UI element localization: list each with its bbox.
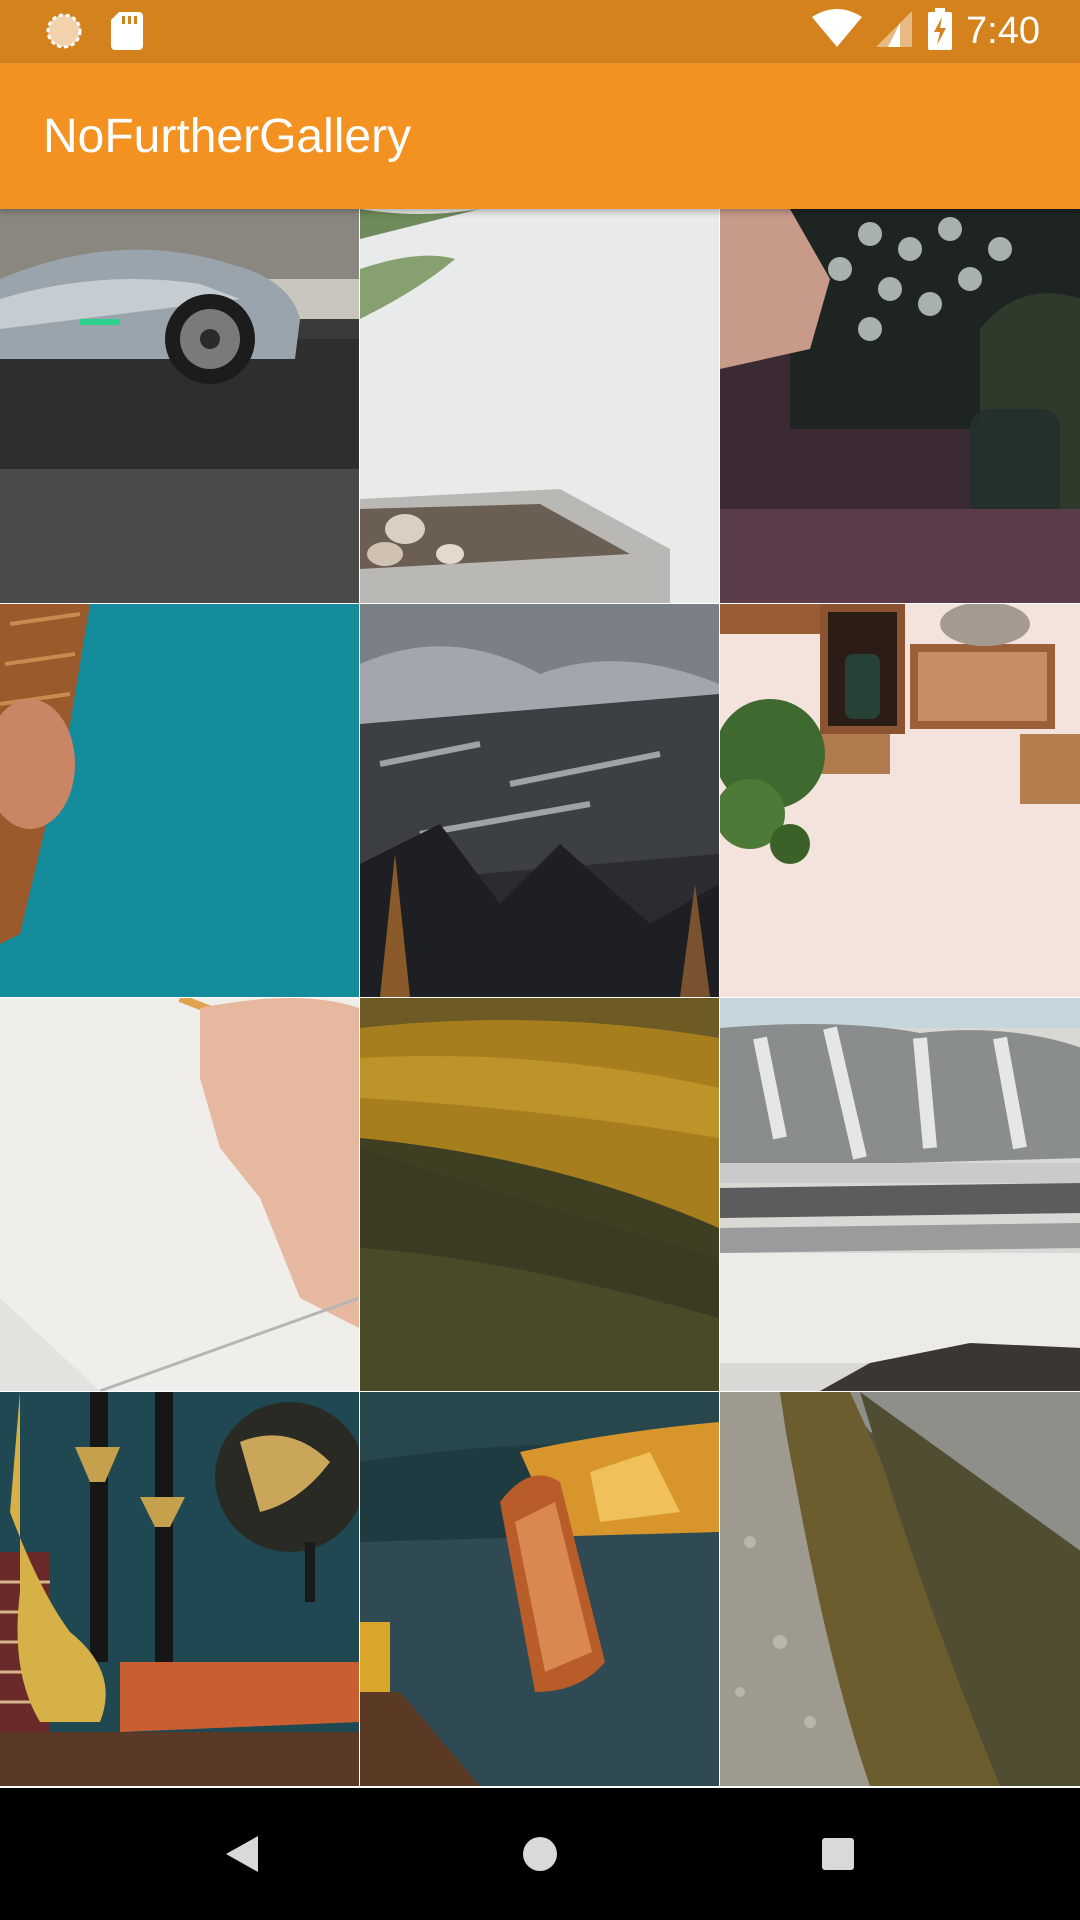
photo-tile-candlesticks[interactable] <box>0 1392 359 1786</box>
app-bar: NoFurtherGallery <box>0 63 1080 209</box>
home-icon[interactable] <box>518 1832 562 1876</box>
status-clock: 7:40 <box>966 10 1040 52</box>
status-bar: 7:40 <box>0 0 1080 63</box>
sd-card-icon <box>111 12 143 55</box>
photo-tile-plant[interactable] <box>360 209 719 603</box>
recents-icon[interactable] <box>816 1832 860 1876</box>
status-icons-right: 7:40 <box>812 8 1040 55</box>
photo-tile-wooden-boat[interactable] <box>360 1392 719 1786</box>
app-title: NoFurtherGallery <box>43 110 412 163</box>
photo-tile-typewriter[interactable] <box>720 209 1080 603</box>
cell-signal-icon <box>876 9 914 54</box>
photo-tile-rocky-trail[interactable] <box>720 1392 1080 1786</box>
wifi-icon <box>812 9 863 54</box>
battery-charging-icon <box>928 8 953 55</box>
photo-tile-hand-drawing[interactable] <box>0 998 359 1391</box>
photo-tile-sports-car[interactable] <box>0 209 359 603</box>
navigation-bar <box>0 1788 1080 1920</box>
photo-tile-ice-cream[interactable] <box>0 604 359 997</box>
status-icons-left <box>45 12 143 55</box>
photo-grid[interactable] <box>0 209 1080 1786</box>
loading-spinner-icon <box>45 12 83 55</box>
photo-tile-wooden-crates[interactable] <box>720 604 1080 997</box>
back-icon[interactable] <box>220 1832 264 1876</box>
photo-tile-snowy-cliffs[interactable] <box>720 998 1080 1391</box>
photo-tile-golden-hills[interactable] <box>360 998 719 1391</box>
photo-tile-frosted-forest[interactable] <box>360 604 719 997</box>
